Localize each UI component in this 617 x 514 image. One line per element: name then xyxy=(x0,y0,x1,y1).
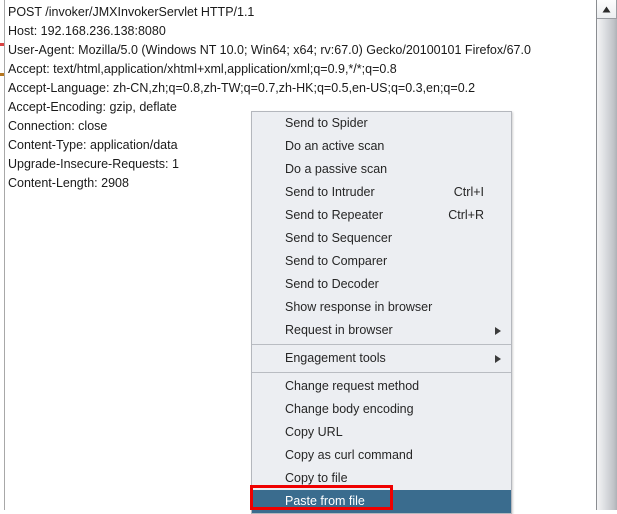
menu-item-change-body-encoding[interactable]: Change body encoding xyxy=(252,398,511,421)
menu-item-show-response-in-browser[interactable]: Show response in browser xyxy=(252,296,511,319)
request-line: POST /invoker/JMXInvokerServlet HTTP/1.1 xyxy=(8,5,255,19)
request-line: Accept-Language: zh-CN,zh;q=0.8,zh-TW;q=… xyxy=(8,81,476,95)
menu-item-label: Copy as curl command xyxy=(285,448,413,462)
submenu-arrow-icon xyxy=(495,327,501,335)
gutter-marker xyxy=(0,73,4,76)
context-menu[interactable]: Send to Spider Do an active scan Do a pass… xyxy=(251,111,512,514)
menu-item-request-in-browser[interactable]: Request in browser xyxy=(252,319,511,342)
menu-item-label: Engagement tools xyxy=(285,351,386,365)
menu-item-label: Send to Intruder xyxy=(285,185,375,199)
gutter-marker xyxy=(0,43,4,46)
menu-item-label: Do a passive scan xyxy=(285,162,388,176)
menu-item-label: Change request method xyxy=(285,379,420,393)
menu-item-send-to-comparer[interactable]: Send to Comparer xyxy=(252,250,511,273)
scrollbar-track[interactable] xyxy=(597,19,617,510)
menu-item-engagement-tools[interactable]: Engagement tools xyxy=(252,347,511,370)
menu-item-send-to-spider[interactable]: Send to Spider xyxy=(252,112,511,135)
menu-item-label: Send to Comparer xyxy=(285,254,388,268)
triangle-up-icon xyxy=(602,6,611,13)
menu-item-label: Do an active scan xyxy=(285,139,385,153)
menu-item-label: Change body encoding xyxy=(285,402,414,416)
menu-item-send-to-repeater[interactable]: Send to Repeater Ctrl+R xyxy=(252,204,511,227)
menu-item-label: Send to Sequencer xyxy=(285,231,393,245)
vertical-scrollbar[interactable] xyxy=(596,0,617,510)
menu-item-label: Paste from file xyxy=(285,494,365,508)
editor-gutter xyxy=(0,0,5,510)
menu-item-send-to-intruder[interactable]: Send to Intruder Ctrl+I xyxy=(252,181,511,204)
menu-item-copy-url[interactable]: Copy URL xyxy=(252,421,511,444)
request-line: Accept: text/html,application/xhtml+xml,… xyxy=(8,62,397,76)
menu-separator xyxy=(252,372,511,373)
menu-item-change-request-method[interactable]: Change request method xyxy=(252,375,511,398)
request-line: Host: 192.168.236.138:8080 xyxy=(8,24,166,38)
menu-item-shortcut: Ctrl+I xyxy=(453,185,484,199)
menu-item-label: Show response in browser xyxy=(285,300,433,314)
submenu-arrow-icon xyxy=(495,355,501,363)
request-line: User-Agent: Mozilla/5.0 (Windows NT 10.0… xyxy=(8,43,531,57)
menu-item-label: Copy to file xyxy=(285,471,348,485)
menu-item-label: Copy URL xyxy=(285,425,343,439)
menu-item-send-to-sequencer[interactable]: Send to Sequencer xyxy=(252,227,511,250)
menu-item-label: Send to Spider xyxy=(285,116,368,130)
menu-item-label: Send to Decoder xyxy=(285,277,379,291)
menu-item-copy-as-curl-command[interactable]: Copy as curl command xyxy=(252,444,511,467)
menu-item-shortcut: Ctrl+R xyxy=(448,208,484,222)
menu-item-label: Send to Repeater xyxy=(285,208,383,222)
menu-item-copy-to-file[interactable]: Copy to file xyxy=(252,467,511,490)
menu-item-do-a-passive-scan[interactable]: Do a passive scan xyxy=(252,158,511,181)
menu-separator xyxy=(252,344,511,345)
scroll-up-button[interactable] xyxy=(597,0,617,19)
menu-item-send-to-decoder[interactable]: Send to Decoder xyxy=(252,273,511,296)
menu-item-label: Request in browser xyxy=(285,323,393,337)
menu-item-do-an-active-scan[interactable]: Do an active scan xyxy=(252,135,511,158)
